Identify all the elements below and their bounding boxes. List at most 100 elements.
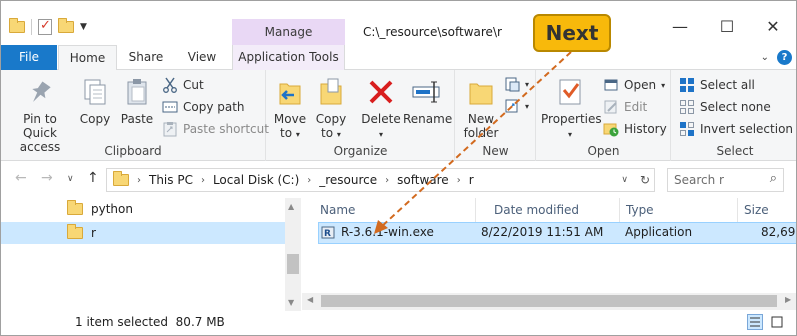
- address-bar[interactable]: › This PC › Local Disk (C:) › _resource …: [106, 168, 655, 192]
- customize-toolbar-icon[interactable]: ▼: [80, 22, 87, 32]
- new-item-button[interactable]: ▾: [504, 76, 529, 92]
- scrollbar-thumb[interactable]: [287, 254, 299, 274]
- copy-icon: [79, 76, 111, 108]
- file-date-modified: 8/22/2019 11:51 AM: [481, 225, 604, 239]
- tab-view[interactable]: View: [177, 45, 227, 70]
- scroll-right-icon[interactable]: ▶: [785, 295, 791, 304]
- forward-arrow-icon[interactable]: →: [41, 170, 53, 186]
- folder-icon[interactable]: [9, 18, 25, 33]
- paste-button[interactable]: Paste: [119, 76, 155, 126]
- select-all-button[interactable]: Select all: [679, 77, 755, 93]
- quick-access-toolbar: ▼: [9, 18, 87, 35]
- breadcrumb-local-disk[interactable]: Local Disk (C:): [213, 173, 299, 187]
- scroll-up-icon[interactable]: ▲: [288, 202, 294, 211]
- status-selection: 1 item selected: [75, 315, 169, 329]
- open-button[interactable]: Open ▾: [603, 77, 665, 93]
- tab-home[interactable]: Home: [58, 45, 117, 71]
- select-none-button[interactable]: Select none: [679, 99, 771, 115]
- file-name: R-3.6.1-win.exe: [341, 225, 434, 239]
- rename-label: Rename: [403, 112, 453, 126]
- new-folder-button[interactable]: New folder: [462, 76, 500, 140]
- search-placeholder: Search r: [674, 173, 724, 187]
- chevron-right-icon[interactable]: ›: [385, 175, 389, 186]
- rename-button[interactable]: Rename: [403, 76, 453, 126]
- column-header-name[interactable]: Name: [302, 198, 476, 222]
- up-arrow-icon[interactable]: ↑: [87, 170, 99, 186]
- table-row[interactable]: R R-3.6.1-win.exe 8/22/2019 11:51 AM App…: [318, 222, 796, 244]
- maximize-icon[interactable]: ☐: [704, 11, 750, 41]
- invert-selection-button[interactable]: Invert selection: [679, 121, 793, 137]
- ribbon-tabs: File Home Share View Application Tools ⌄…: [1, 45, 796, 71]
- tab-application-tools[interactable]: Application Tools: [232, 45, 345, 70]
- pin-icon: [24, 76, 56, 108]
- scroll-left-icon[interactable]: ◀: [307, 295, 313, 304]
- properties-icon[interactable]: [38, 18, 52, 35]
- history-icon: [603, 121, 619, 137]
- window-title: C:\_resource\software\r: [363, 25, 502, 39]
- nav-item-python[interactable]: python: [1, 198, 285, 220]
- new-group: New folder ▾ ▾ New: [456, 70, 536, 161]
- copy-to-button[interactable]: Copy to ▾: [313, 76, 349, 142]
- tab-file[interactable]: File: [1, 45, 57, 70]
- column-header-date-modified[interactable]: Date modified: [476, 198, 620, 222]
- new-folder-icon[interactable]: [58, 18, 74, 33]
- delete-x-icon: [365, 76, 397, 108]
- recent-locations-icon[interactable]: ∨: [67, 174, 74, 184]
- easy-access-button[interactable]: ▾: [504, 98, 529, 114]
- copy-to-label-line1: Copy: [315, 112, 347, 126]
- paste-shortcut-button[interactable]: Paste shortcut: [162, 121, 269, 137]
- copy-path-icon: [162, 99, 178, 115]
- invert-selection-label: Invert selection: [700, 122, 794, 136]
- refresh-icon[interactable]: ↻: [640, 173, 650, 187]
- organize-group: Move to ▾ Copy to ▾ Delete ▾ Rename Orga…: [267, 70, 455, 161]
- toolbar-separator: [31, 19, 32, 35]
- cut-button[interactable]: Cut: [162, 77, 204, 93]
- properties-button[interactable]: Properties ▾: [541, 76, 602, 142]
- open-group-label: Open: [587, 144, 620, 158]
- exe-file-icon: R: [321, 224, 337, 243]
- status-text: 1 item selected 80.7 MB: [75, 315, 225, 329]
- column-header-size[interactable]: Size: [738, 198, 796, 222]
- copy-path-button[interactable]: Copy path: [162, 99, 245, 115]
- minimize-icon[interactable]: —: [657, 11, 703, 41]
- new-folder-label-line1: New: [467, 112, 495, 126]
- move-to-button[interactable]: Move to ▾: [271, 76, 309, 142]
- address-dropdown-icon[interactable]: ∨: [621, 175, 628, 185]
- back-arrow-icon[interactable]: ←: [15, 170, 27, 186]
- folder-icon: [113, 171, 129, 186]
- paste-label: Paste: [120, 112, 154, 126]
- help-icon[interactable]: ?: [777, 50, 792, 65]
- file-type: Application: [625, 225, 693, 239]
- nav-pane-scrollbar[interactable]: ▲ ▼: [285, 198, 301, 311]
- breadcrumb-resource[interactable]: _resource: [319, 173, 377, 187]
- breadcrumb-this-pc[interactable]: This PC: [149, 173, 193, 187]
- tab-share[interactable]: Share: [121, 45, 171, 70]
- nav-item-r[interactable]: r: [1, 222, 285, 244]
- select-group-label: Select: [716, 144, 754, 158]
- column-header-type[interactable]: Type: [620, 198, 738, 222]
- paste-icon: [121, 76, 153, 108]
- copy-to-icon: [315, 76, 347, 108]
- chevron-right-icon[interactable]: ›: [137, 175, 141, 186]
- close-icon[interactable]: ✕: [750, 11, 796, 41]
- new-folder-label-line2: folder: [463, 126, 499, 140]
- large-icons-view-icon[interactable]: [769, 314, 785, 330]
- chevron-right-icon[interactable]: ›: [201, 175, 205, 186]
- chevron-right-icon[interactable]: ›: [457, 175, 461, 186]
- edit-button[interactable]: Edit: [603, 99, 647, 115]
- history-button[interactable]: History: [603, 121, 667, 137]
- copy-button[interactable]: Copy: [77, 76, 113, 126]
- organize-group-label: Organize: [333, 144, 388, 158]
- breadcrumb-software[interactable]: software: [397, 173, 449, 187]
- breadcrumb-r[interactable]: r: [469, 173, 474, 187]
- details-view-icon[interactable]: [747, 314, 763, 330]
- search-input[interactable]: Search r ⌕: [667, 168, 784, 192]
- move-to-icon: [274, 76, 306, 108]
- scrollbar-thumb[interactable]: [321, 295, 777, 307]
- scroll-down-icon[interactable]: ▼: [288, 298, 294, 307]
- horizontal-scrollbar[interactable]: ◀ ▶: [302, 293, 796, 310]
- chevron-right-icon[interactable]: ›: [307, 175, 311, 186]
- pin-to-quick-access-button[interactable]: Pin to Quick access: [7, 76, 73, 154]
- chevron-down-icon[interactable]: ⌄: [761, 52, 769, 63]
- delete-button[interactable]: Delete ▾: [361, 76, 401, 142]
